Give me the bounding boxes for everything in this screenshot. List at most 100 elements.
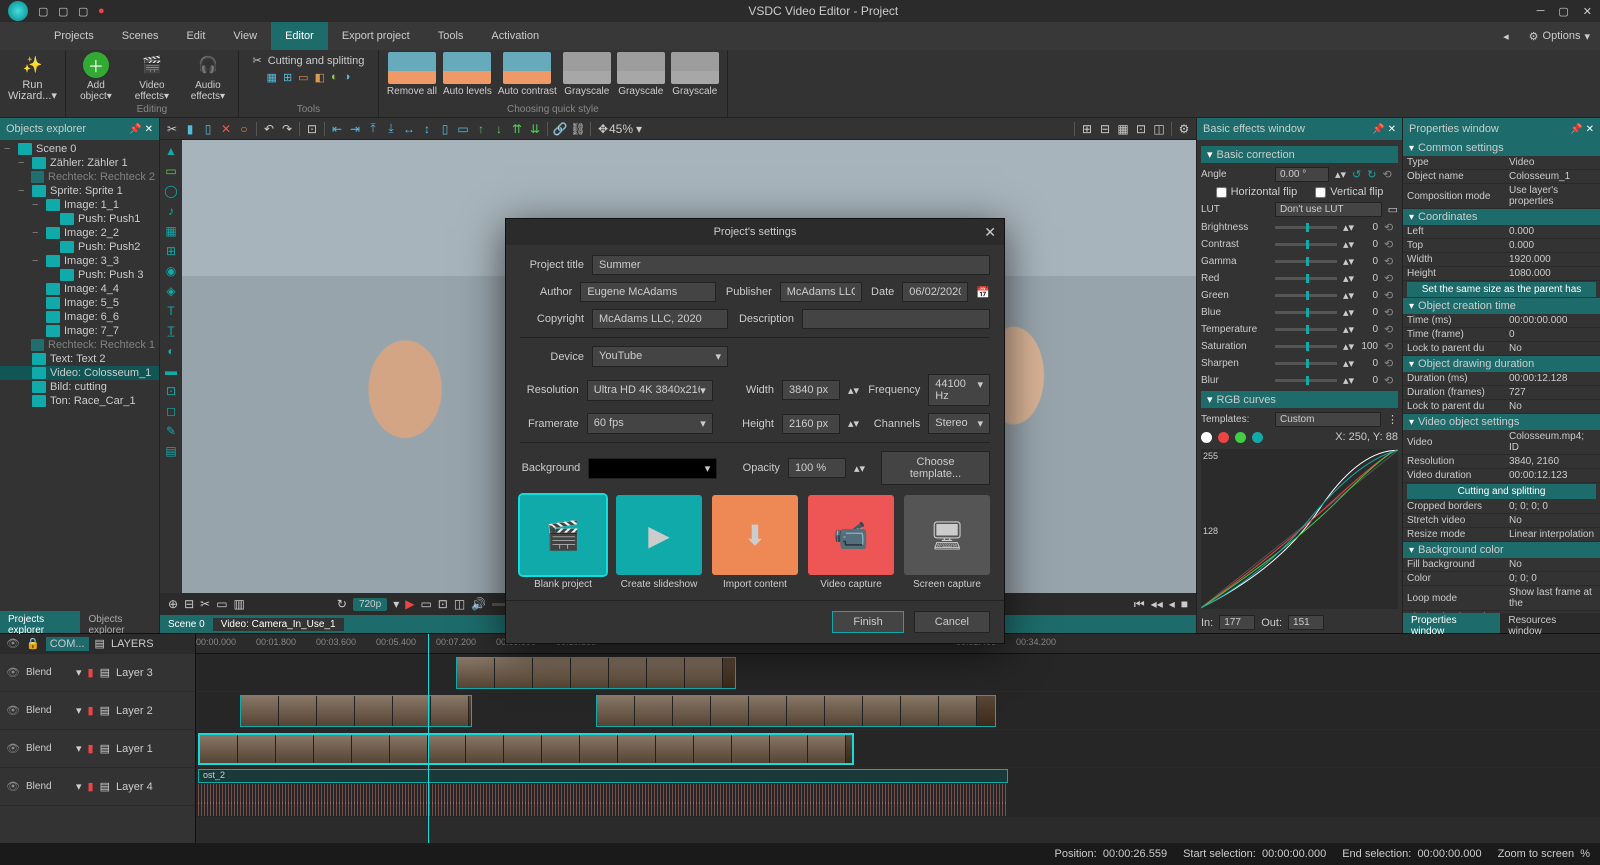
- property-row[interactable]: Cropped borders0; 0; 0; 0: [1403, 500, 1600, 514]
- choose-template-button[interactable]: Choose template...: [881, 451, 990, 485]
- tool-icon[interactable]: ◫: [1151, 121, 1167, 137]
- style-remove-all[interactable]: Remove all: [387, 52, 437, 97]
- tool-icon[interactable]: ⛓: [570, 121, 586, 137]
- finish-button[interactable]: Finish: [832, 611, 903, 633]
- audio-clip[interactable]: ost_2: [198, 769, 1008, 783]
- reset-icon[interactable]: ⟲: [1384, 306, 1398, 319]
- tool-icon[interactable]: ○: [236, 121, 252, 137]
- property-row[interactable]: Fill backgroundNo: [1403, 558, 1600, 572]
- qa-icon[interactable]: ▢: [38, 5, 50, 17]
- slider[interactable]: [1275, 311, 1337, 314]
- tree-node[interactable]: Bild: cutting: [0, 380, 159, 394]
- video-effects-button[interactable]: 🎬Video effects▾: [130, 52, 174, 102]
- tool-icon[interactable]: ⊞: [283, 71, 292, 84]
- menu-scenes[interactable]: Scenes: [108, 22, 173, 50]
- tool-icon[interactable]: ◈: [162, 282, 180, 300]
- layer-row[interactable]: 👁Blend▾▮▤Layer 2: [0, 692, 195, 730]
- options-button[interactable]: ⚙Options ▾: [1519, 22, 1600, 50]
- align-icon[interactable]: ⤒: [365, 121, 381, 137]
- same-size-button[interactable]: Set the same size as the parent has: [1407, 282, 1596, 297]
- tree-node[interactable]: −Scene 0: [0, 142, 159, 156]
- menu-activation[interactable]: Activation: [477, 22, 553, 50]
- menu-export[interactable]: Export project: [328, 22, 424, 50]
- expand-icon[interactable]: ◂: [1493, 22, 1519, 50]
- width-input[interactable]: [782, 380, 840, 400]
- rotate-icon[interactable]: ↺: [1352, 168, 1361, 181]
- tool-icon[interactable]: ◐: [162, 342, 180, 360]
- eye-icon[interactable]: 👁: [6, 780, 20, 793]
- tool-icon[interactable]: ▬: [162, 362, 180, 380]
- loop-icon[interactable]: ↻: [337, 597, 347, 611]
- dialog-close-button[interactable]: ✕: [984, 224, 996, 241]
- tree-node[interactable]: −Image: 1_1: [0, 198, 159, 212]
- author-input[interactable]: [580, 282, 716, 302]
- tool-icon[interactable]: ▭: [162, 162, 180, 180]
- tool-icon[interactable]: ✂: [200, 597, 210, 611]
- align-icon[interactable]: ↕: [419, 121, 435, 137]
- align-icon[interactable]: ▯: [437, 121, 453, 137]
- text-icon[interactable]: T: [162, 302, 180, 320]
- qa-icon[interactable]: ▢: [78, 5, 90, 17]
- coordinates-section[interactable]: ▾ Coordinates: [1403, 209, 1600, 225]
- arrow-icon[interactable]: ⇊: [527, 121, 543, 137]
- align-icon[interactable]: ▭: [455, 121, 471, 137]
- property-row[interactable]: Duration (frames)727: [1403, 386, 1600, 400]
- tree-node[interactable]: Rechteck: Rechteck 1: [0, 338, 159, 352]
- menu-projects[interactable]: Projects: [40, 22, 108, 50]
- tree-node[interactable]: Image: 7_7: [0, 324, 159, 338]
- pointer-icon[interactable]: ▲: [162, 142, 180, 160]
- tree-node[interactable]: Push: Push 3: [0, 268, 159, 282]
- reset-icon[interactable]: ⟲: [1384, 357, 1398, 370]
- tree-node[interactable]: Rechteck: Rechteck 2: [0, 170, 159, 184]
- style-auto-levels[interactable]: Auto levels: [443, 52, 492, 97]
- redo-icon[interactable]: ↷: [279, 121, 295, 137]
- layer-row[interactable]: 👁Blend▾▮▤Layer 4: [0, 768, 195, 806]
- vflip-checkbox[interactable]: Vertical flip: [1315, 186, 1383, 198]
- tool-icon[interactable]: ▥: [234, 597, 245, 611]
- background-select[interactable]: ▾: [588, 458, 717, 479]
- property-row[interactable]: Video duration00:00:12.123: [1403, 469, 1600, 483]
- tool-icon[interactable]: ▭: [216, 597, 227, 611]
- tree-node[interactable]: Text: Text 2: [0, 352, 159, 366]
- tool-icon[interactable]: ◧: [315, 71, 325, 84]
- property-row[interactable]: Loop modeShow last frame at the: [1403, 586, 1600, 611]
- align-icon[interactable]: ⤓: [383, 121, 399, 137]
- framerate-select[interactable]: 60 fps▾: [587, 413, 713, 434]
- tool-icon[interactable]: ⊡: [438, 597, 448, 611]
- pin-icon[interactable]: 📌 ✕: [1372, 124, 1396, 135]
- menu-editor[interactable]: Editor: [271, 22, 328, 50]
- in-input[interactable]: 177: [1219, 615, 1255, 630]
- arrow-icon[interactable]: ↓: [491, 121, 507, 137]
- tool-icon[interactable]: ▦: [267, 71, 277, 84]
- tool-icon[interactable]: ⊡: [1133, 121, 1149, 137]
- stepper-icon[interactable]: ▴▾: [854, 462, 865, 475]
- tool-icon[interactable]: T̲: [162, 322, 180, 340]
- align-icon[interactable]: ⇥: [347, 121, 363, 137]
- frequency-select[interactable]: 44100 Hz▾: [928, 374, 990, 406]
- reset-icon[interactable]: ⟲: [1384, 323, 1398, 336]
- tool-icon[interactable]: 🔗: [552, 121, 568, 137]
- menu-view[interactable]: View: [219, 22, 271, 50]
- tool-icon[interactable]: ◯: [162, 182, 180, 200]
- eye-icon[interactable]: 👁: [6, 666, 20, 679]
- arrow-icon[interactable]: ↑: [473, 121, 489, 137]
- audio-effects-button[interactable]: 🎧Audio effects▾: [186, 52, 230, 102]
- lock-icon[interactable]: 🔒: [26, 637, 40, 650]
- track-layer-1[interactable]: [196, 730, 1600, 768]
- arrow-icon[interactable]: ⇈: [509, 121, 525, 137]
- tool-icon[interactable]: ⊟: [1097, 121, 1113, 137]
- slider[interactable]: [1275, 328, 1337, 331]
- style-grayscale[interactable]: Grayscale: [617, 52, 665, 97]
- menu-icon[interactable]: ⋮: [1387, 413, 1398, 426]
- tool-icon[interactable]: ⊡: [304, 121, 320, 137]
- slider[interactable]: [1275, 243, 1337, 246]
- property-row[interactable]: Object nameColosseum_1: [1403, 170, 1600, 184]
- opacity-input[interactable]: [788, 458, 846, 478]
- tree-node[interactable]: −Sprite: Sprite 1: [0, 184, 159, 198]
- tool-icon[interactable]: ⊡: [162, 382, 180, 400]
- resolution-select[interactable]: Ultra HD 4K 3840x2160 pixels (16▾: [587, 380, 713, 401]
- stepper-icon[interactable]: ▴▾: [1335, 168, 1346, 181]
- style-grayscale[interactable]: Grayscale: [671, 52, 719, 97]
- out-input[interactable]: 151: [1288, 615, 1324, 630]
- tree-node[interactable]: Image: 5_5: [0, 296, 159, 310]
